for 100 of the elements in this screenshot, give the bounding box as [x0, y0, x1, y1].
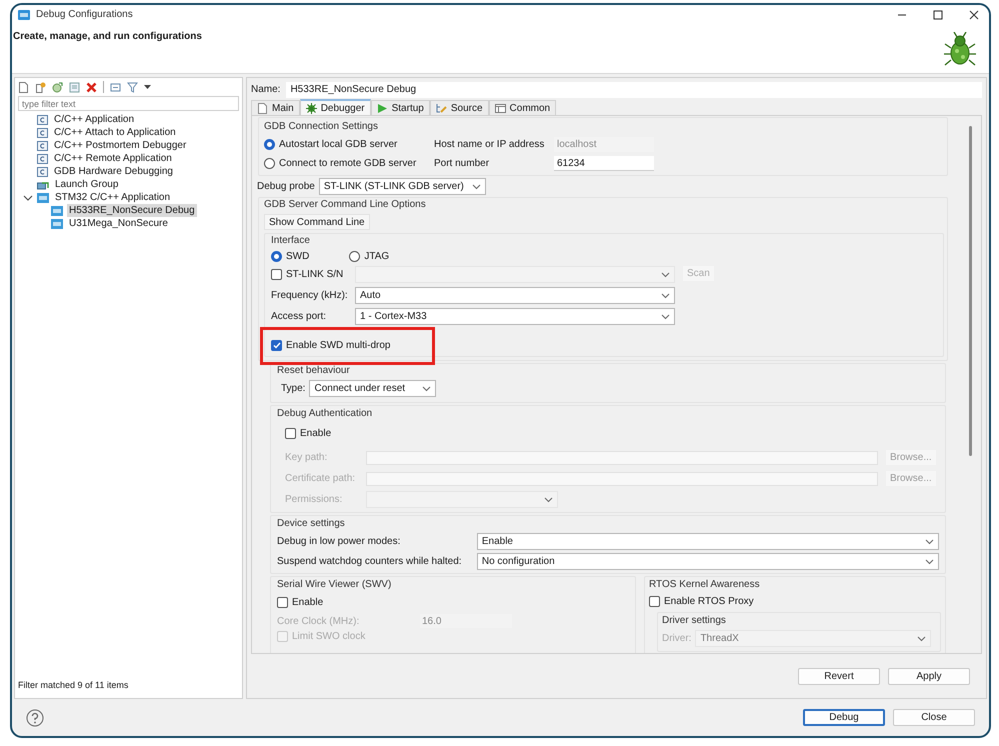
ide-icon [51, 206, 63, 216]
dropdown[interactable]: Auto [355, 287, 675, 304]
group-title: Serial Wire Viewer (SWV) [277, 578, 392, 591]
tree-item[interactable]: C/C++ Attach to Application [52, 126, 178, 139]
dropdown[interactable]: ST-LINK (ST-LINK GDB server) [318, 178, 486, 195]
filter-icon[interactable] [127, 82, 138, 92]
group-title: GDB Connection Settings [264, 120, 379, 133]
checkbox[interactable] [277, 597, 288, 608]
checkbox[interactable] [285, 428, 296, 439]
collapse-all-icon[interactable] [110, 82, 121, 92]
chevron-icon[interactable] [661, 292, 670, 298]
c-file-icon [37, 114, 48, 124]
dropdown[interactable]: Connect under reset [309, 380, 436, 397]
ide-icon [37, 192, 49, 202]
caret-icon[interactable] [144, 84, 151, 90]
window-title: Debug Configurations [36, 8, 133, 21]
ide-icon [51, 218, 63, 228]
tree-item[interactable]: H533RE_NonSecure Debug [67, 204, 197, 217]
export-icon[interactable] [52, 82, 63, 92]
dialog-button[interactable]: Revert [798, 668, 880, 685]
tab[interactable]: Debugger [300, 99, 371, 115]
tab[interactable]: Common [488, 100, 556, 115]
source-icon [436, 102, 447, 114]
chevron-icon[interactable] [422, 386, 432, 392]
duplicate-icon[interactable] [35, 82, 46, 92]
tree-item[interactable]: U31Mega_NonSecure [67, 217, 170, 230]
filter-field[interactable]: type filter text [18, 96, 239, 111]
checkbox-label: Enable RTOS Proxy [664, 595, 754, 608]
header-title: Create, manage, and run configurations [13, 30, 202, 43]
status-text: Filter matched 9 of 11 items [17, 679, 130, 692]
group-title: Device settings [277, 517, 346, 530]
field-label: Key path: [285, 451, 328, 464]
tab[interactable]: Startup [370, 100, 430, 115]
window-icon [494, 102, 506, 114]
play-icon [376, 102, 388, 114]
checkbox[interactable] [271, 269, 282, 280]
group-title: GDB Server Command Line Options [264, 198, 427, 211]
tree-item[interactable]: GDB Hardware Debugging [52, 165, 175, 178]
chevron-icon[interactable] [925, 538, 934, 544]
close-icon[interactable] [969, 10, 979, 20]
help-icon[interactable] [26, 708, 44, 726]
radio-button[interactable] [349, 251, 360, 262]
field-label: Frequency (kHz): [271, 289, 349, 302]
radio-label: JTAG [364, 250, 390, 263]
name-field[interactable]: H533RE_NonSecure Debug [286, 82, 982, 98]
chevron-icon[interactable] [661, 314, 670, 320]
dialog-button[interactable]: Debug [803, 709, 885, 726]
field-label: Port number [434, 157, 490, 170]
chevron-icon[interactable] [925, 558, 934, 564]
field-label: Access port: [271, 310, 328, 323]
c-file-icon [37, 166, 48, 176]
tab[interactable]: Main [251, 100, 300, 115]
checkbox[interactable] [271, 340, 282, 350]
checkbox-label: Limit SWO clock [292, 630, 366, 643]
checkbox-label: Enable SWD multi-drop [286, 338, 390, 352]
dropdown[interactable]: Enable [476, 533, 939, 550]
field-label: Host name or IP address [434, 138, 546, 151]
group-title: RTOS Kernel Awareness [649, 578, 761, 591]
tree-item[interactable]: C/C++ Application [52, 113, 136, 126]
tab[interactable]: Source [430, 100, 489, 115]
show-command-line-button[interactable]: Show Command Line [264, 214, 370, 230]
delete-icon[interactable] [86, 82, 97, 92]
checkbox-label: ST-LINK S/N [286, 268, 344, 281]
group-title: Driver settings [662, 614, 727, 627]
radio-label: Connect to remote GDB server [279, 157, 416, 170]
dialog-button[interactable]: Apply [888, 668, 970, 685]
c-file-icon [37, 154, 48, 164]
dropdown[interactable]: 1 - Cortex-M33 [355, 308, 675, 325]
radio-label: SWD [286, 250, 310, 263]
launch-group-icon [37, 180, 49, 190]
radio-button[interactable] [264, 158, 275, 169]
checkbox-label: Enable [300, 427, 332, 440]
dialog-button[interactable]: Close [893, 709, 975, 726]
tree-item[interactable]: STM32 C/C++ Application [53, 191, 172, 204]
field-label: Certificate path: [285, 472, 356, 485]
tree-item[interactable]: Launch Group [53, 178, 120, 191]
c-file-icon [37, 128, 48, 138]
chevron-icon[interactable] [661, 272, 670, 278]
group-title: Debug Authentication [277, 407, 374, 420]
port-field[interactable]: 61234 [554, 156, 654, 171]
group-title: Interface [271, 234, 311, 247]
document-icon [257, 102, 268, 114]
maximize-icon[interactable] [933, 10, 943, 20]
tree-item[interactable]: C/C++ Remote Application [52, 152, 174, 165]
new-file-icon[interactable] [18, 82, 29, 92]
field-label: Debug probe [257, 180, 315, 193]
field-label: Debug in low power modes: [277, 535, 402, 548]
radio-button[interactable] [264, 139, 275, 150]
scrollbar-thumb[interactable] [969, 126, 972, 456]
checkbox[interactable] [649, 596, 660, 607]
dropdown[interactable]: No configuration [476, 553, 939, 570]
field-label: Core Clock (MHz): [277, 614, 360, 628]
app-icon [18, 10, 30, 20]
chevron-icon[interactable] [472, 184, 481, 190]
tree-item[interactable]: C/C++ Postmortem Debugger [52, 139, 188, 152]
radio-button[interactable] [271, 251, 282, 262]
field-label: Type: [281, 382, 306, 395]
radio-label: Autostart local GDB server [279, 138, 398, 151]
c-file-icon [37, 140, 48, 150]
group-title: Reset behaviour [277, 364, 351, 377]
